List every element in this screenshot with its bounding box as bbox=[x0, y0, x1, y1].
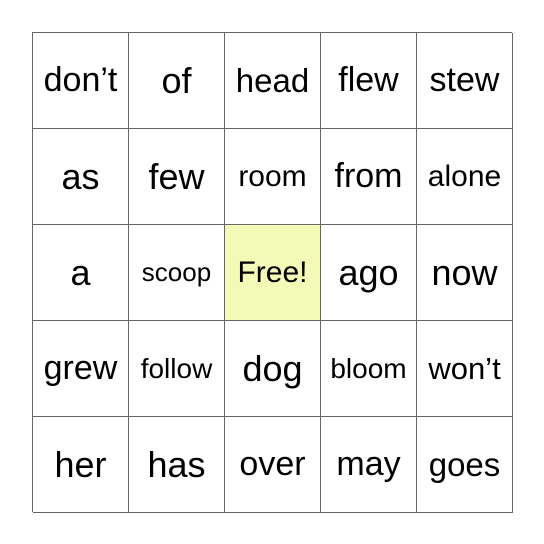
bingo-cell[interactable]: few bbox=[129, 129, 225, 225]
bingo-grid: don’t of head flew stew as few room from alone a sc… bbox=[32, 32, 513, 513]
bingo-cell[interactable]: over bbox=[225, 417, 321, 513]
bingo-cell[interactable]: of bbox=[129, 33, 225, 129]
bingo-cell[interactable]: a bbox=[33, 225, 129, 321]
bingo-cell[interactable]: as bbox=[33, 129, 129, 225]
bingo-cell[interactable]: head bbox=[225, 33, 321, 129]
bingo-cell[interactable]: follow bbox=[129, 321, 225, 417]
bingo-cell[interactable]: scoop bbox=[129, 225, 225, 321]
bingo-cell[interactable]: from bbox=[321, 129, 417, 225]
bingo-cell[interactable]: may bbox=[321, 417, 417, 513]
bingo-cell[interactable]: goes bbox=[417, 417, 513, 513]
bingo-cell[interactable]: won’t bbox=[417, 321, 513, 417]
bingo-cell[interactable]: bloom bbox=[321, 321, 417, 417]
bingo-cell[interactable]: stew bbox=[417, 33, 513, 129]
bingo-cell[interactable]: grew bbox=[33, 321, 129, 417]
bingo-cell[interactable]: ago bbox=[321, 225, 417, 321]
bingo-cell[interactable]: has bbox=[129, 417, 225, 513]
bingo-cell[interactable]: room bbox=[225, 129, 321, 225]
free-space-cell[interactable]: Free! bbox=[225, 225, 321, 321]
bingo-cell[interactable]: flew bbox=[321, 33, 417, 129]
bingo-cell[interactable]: now bbox=[417, 225, 513, 321]
bingo-cell[interactable]: dog bbox=[225, 321, 321, 417]
bingo-cell[interactable]: don’t bbox=[33, 33, 129, 129]
bingo-cell[interactable]: her bbox=[33, 417, 129, 513]
bingo-cell[interactable]: alone bbox=[417, 129, 513, 225]
